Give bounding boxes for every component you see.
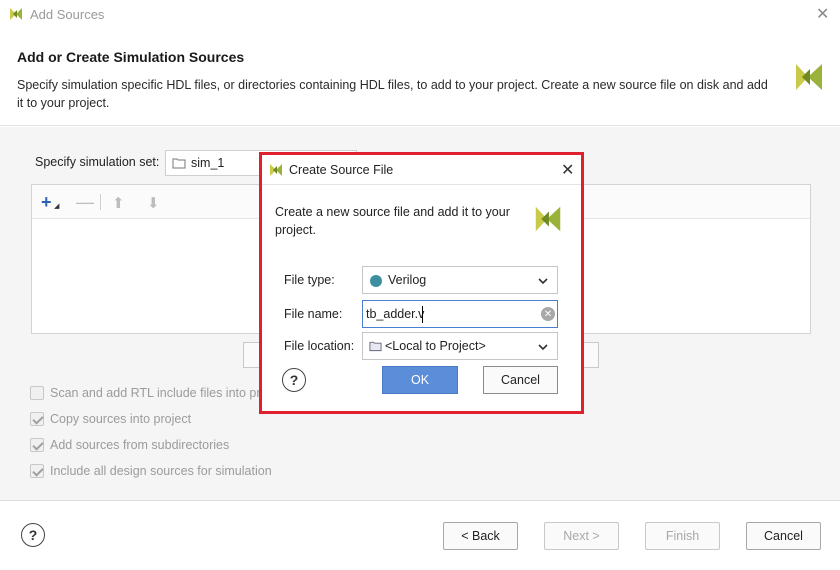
vivado-logo-icon xyxy=(268,162,284,181)
file-name-label: File name: xyxy=(284,307,343,321)
file-location-select[interactable]: <Local to Project> xyxy=(362,332,558,360)
checkbox[interactable] xyxy=(30,386,44,400)
move-down-icon[interactable]: ⬇ xyxy=(147,194,160,212)
move-up-icon[interactable]: ⬆ xyxy=(112,194,125,212)
page-title: Add or Create Simulation Sources xyxy=(17,49,245,65)
dialog-close-icon[interactable]: ✕ xyxy=(561,160,574,180)
next-button[interactable]: Next > xyxy=(544,522,619,550)
chevron-down-icon xyxy=(537,338,549,356)
chevron-down-icon xyxy=(537,272,549,290)
dropdown-corner-icon: ◢ xyxy=(54,203,60,210)
window-title: Add Sources xyxy=(30,7,105,22)
dialog-help-button[interactable]: ? xyxy=(282,368,306,392)
help-button[interactable]: ? xyxy=(21,523,45,547)
option-scan-rtl[interactable]: Scan and add RTL include files into proj… xyxy=(30,386,287,400)
ok-button[interactable]: OK xyxy=(382,366,458,394)
folder-icon xyxy=(369,340,382,355)
checkbox[interactable] xyxy=(30,464,44,478)
dialog-description: Create a new source file and add it to y… xyxy=(275,205,510,237)
checkbox[interactable] xyxy=(30,438,44,452)
vivado-logo-icon xyxy=(792,60,826,97)
window-close-icon[interactable]: ✕ xyxy=(816,4,829,24)
remove-icon[interactable]: — xyxy=(76,192,94,213)
verilog-circle-icon xyxy=(370,275,382,287)
toolbar-separator xyxy=(100,194,101,210)
file-type-value: Verilog xyxy=(388,273,427,287)
file-name-input[interactable]: tb_adder.v ✕ xyxy=(362,300,558,328)
option-include-design-sources[interactable]: Include all design sources for simulatio… xyxy=(30,464,272,478)
wizard-header: Add or Create Simulation Sources Specify… xyxy=(0,28,840,126)
vivado-logo-icon xyxy=(532,203,564,238)
dialog-cancel-button[interactable]: Cancel xyxy=(483,366,558,394)
option-add-subdirectories[interactable]: Add sources from subdirectories xyxy=(30,438,229,452)
checkbox[interactable] xyxy=(30,412,44,426)
file-name-value: tb_adder.v xyxy=(366,307,425,321)
wizard-footer: ? < Back Next > Finish Cancel xyxy=(0,500,840,570)
dialog-title: Create Source File xyxy=(289,163,394,177)
simulation-set-label: Specify simulation set: xyxy=(35,155,160,169)
vivado-logo-icon xyxy=(8,6,24,25)
simulation-set-value: sim_1 xyxy=(191,156,225,170)
page-description: Specify simulation specific HDL files, o… xyxy=(17,78,768,110)
text-caret xyxy=(422,306,423,323)
folder-icon xyxy=(172,157,186,172)
file-type-label: File type: xyxy=(284,273,335,287)
finish-button[interactable]: Finish xyxy=(645,522,720,550)
option-copy-sources[interactable]: Copy sources into project xyxy=(30,412,191,426)
file-type-select[interactable]: Verilog xyxy=(362,266,558,294)
clear-icon[interactable]: ✕ xyxy=(541,307,555,321)
create-source-file-dialog: Create Source File ✕ Create a new source… xyxy=(259,152,584,414)
file-location-label: File location: xyxy=(284,339,355,353)
file-location-value: <Local to Project> xyxy=(385,339,486,353)
add-icon[interactable]: + xyxy=(41,192,52,213)
back-button[interactable]: < Back xyxy=(443,522,518,550)
cancel-button[interactable]: Cancel xyxy=(746,522,821,550)
window-title-bar: Add Sources ✕ xyxy=(0,0,840,28)
dialog-title-bar: Create Source File ✕ xyxy=(262,155,581,185)
